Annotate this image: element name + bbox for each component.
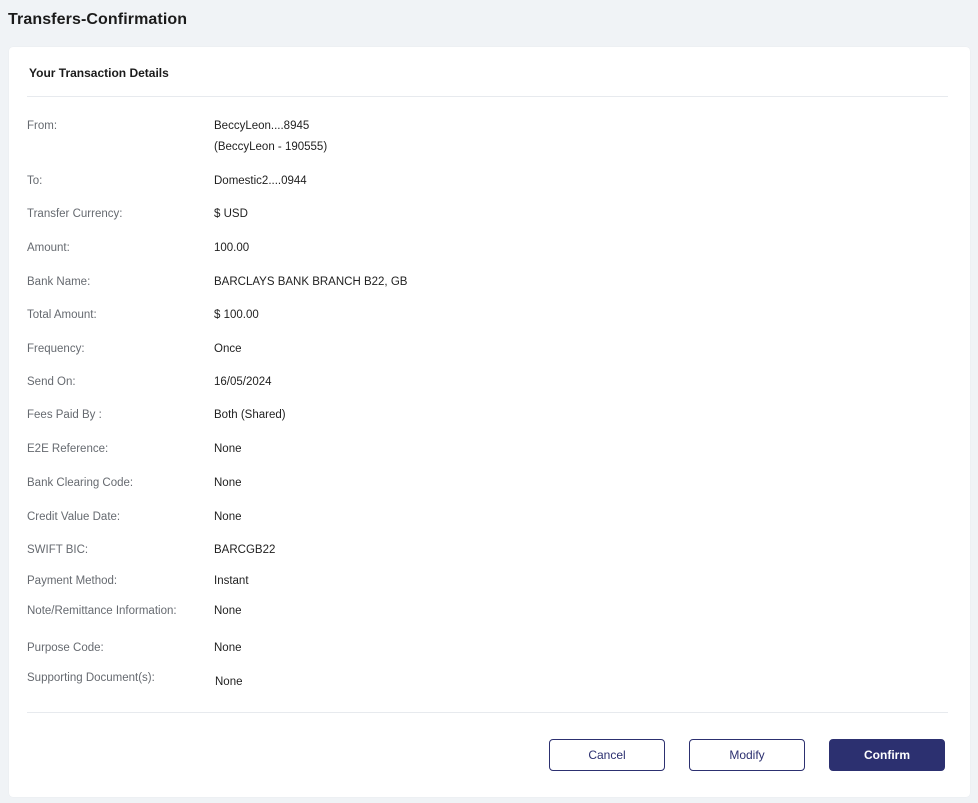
total-amount-label: Total Amount: — [27, 309, 97, 321]
detail-row-to: To: Domestic2....0944 — [27, 171, 927, 191]
payment-method-value: Instant — [214, 575, 249, 587]
detail-row-supporting-documents: Supporting Document(s): None — [27, 668, 927, 688]
confirm-button[interactable]: Confirm — [829, 739, 945, 771]
detail-row-note-remittance: Note/Remittance Information: None — [27, 601, 927, 621]
purpose-code-value: None — [214, 642, 242, 654]
fees-paid-by-value: Both (Shared) — [214, 409, 286, 421]
total-amount-value: $ 100.00 — [214, 309, 259, 321]
card-header: Your Transaction Details — [29, 66, 169, 80]
bank-clearing-code-label: Bank Clearing Code: — [27, 477, 134, 489]
from-label: From: — [27, 120, 58, 132]
detail-row-send-on: Send On: 16/05/2024 — [27, 372, 927, 392]
detail-row-frequency: Frequency: Once — [27, 339, 927, 359]
detail-row-fees-paid-by: Fees Paid By : Both (Shared) — [27, 405, 927, 425]
fees-paid-by-label: Fees Paid By : — [27, 409, 102, 421]
frequency-label: Frequency: — [27, 343, 85, 355]
swift-bic-label: SWIFT BIC: — [27, 544, 89, 556]
bank-name-label: Bank Name: — [27, 276, 91, 288]
amount-value: 100.00 — [214, 242, 250, 254]
detail-row-purpose-code: Purpose Code: None — [27, 638, 927, 658]
transfer-currency-label: Transfer Currency: — [27, 208, 123, 220]
purpose-code-label: Purpose Code: — [27, 642, 104, 654]
to-value: Domestic2....0944 — [214, 175, 307, 187]
e2e-reference-label: E2E Reference: — [27, 443, 109, 455]
detail-row-e2e-reference: E2E Reference: None — [27, 439, 927, 459]
detail-row-total-amount: Total Amount: $ 100.00 — [27, 305, 927, 325]
detail-row-credit-value-date: Credit Value Date: None — [27, 507, 927, 527]
transaction-details-card: Your Transaction Details From: BeccyLeon… — [9, 47, 970, 797]
send-on-value: 16/05/2024 — [214, 376, 272, 388]
detail-row-swift-bic: SWIFT BIC: BARCGB22 — [27, 540, 927, 560]
detail-row-from: From: BeccyLeon....8945 (BeccyLeon - 190… — [27, 116, 927, 153]
amount-label: Amount: — [27, 242, 70, 254]
send-on-label: Send On: — [27, 376, 76, 388]
detail-row-payment-method: Payment Method: Instant — [27, 571, 927, 591]
swift-bic-value: BARCGB22 — [214, 544, 276, 556]
note-remittance-value: None — [214, 605, 242, 617]
credit-value-date-label: Credit Value Date: — [27, 511, 121, 523]
payment-method-label: Payment Method: — [27, 575, 118, 587]
transfer-currency-value: $ USD — [214, 208, 248, 220]
cancel-button[interactable]: Cancel — [549, 739, 665, 771]
bank-clearing-code-value: None — [214, 477, 242, 489]
credit-value-date-value: None — [214, 511, 242, 523]
frequency-value: Once — [214, 343, 242, 355]
detail-row-transfer-currency: Transfer Currency: $ USD — [27, 204, 927, 224]
from-value-account: BeccyLeon....8945 — [214, 120, 310, 132]
page-title: Transfers-Confirmation — [8, 11, 188, 28]
header-divider — [27, 96, 948, 97]
detail-row-amount: Amount: 100.00 — [27, 238, 927, 258]
detail-row-bank-clearing-code: Bank Clearing Code: None — [27, 473, 927, 493]
footer-divider — [27, 712, 948, 713]
detail-row-bank-name: Bank Name: BARCLAYS BANK BRANCH B22, GB — [27, 272, 927, 292]
modify-button[interactable]: Modify — [689, 739, 805, 771]
supporting-documents-label: Supporting Document(s): — [27, 672, 155, 684]
e2e-reference-value: None — [214, 443, 242, 455]
to-label: To: — [27, 175, 43, 187]
from-value-holder: (BeccyLeon - 190555) — [214, 141, 328, 153]
bank-name-value: BARCLAYS BANK BRANCH B22, GB — [214, 276, 408, 288]
note-remittance-label: Note/Remittance Information: — [27, 605, 177, 617]
supporting-documents-value: None — [215, 676, 243, 688]
